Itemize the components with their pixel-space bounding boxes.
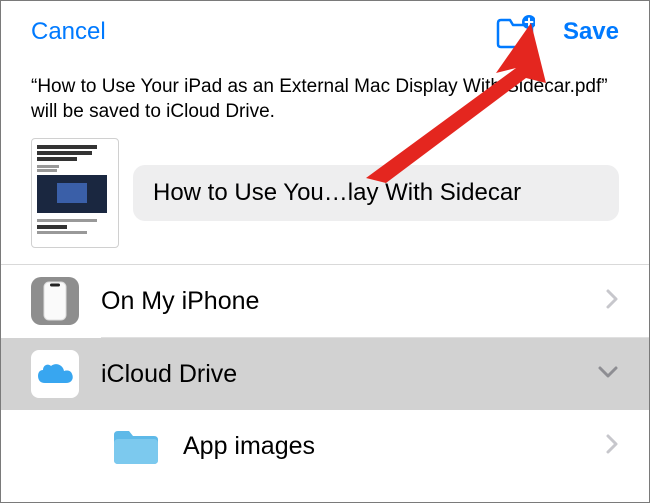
location-label: iCloud Drive xyxy=(101,360,575,389)
location-icloud-drive[interactable]: iCloud Drive xyxy=(1,338,649,410)
folder-icon xyxy=(111,426,161,466)
chevron-right-icon xyxy=(605,433,619,460)
location-label: On My iPhone xyxy=(101,287,583,316)
filename-field[interactable]: How to Use You…lay With Sidecar xyxy=(133,165,619,221)
chevron-right-icon xyxy=(605,288,619,315)
icloud-icon xyxy=(31,350,79,398)
new-folder-icon[interactable] xyxy=(495,14,535,50)
save-prompt-text: “How to Use Your iPad as an External Mac… xyxy=(1,59,649,132)
file-preview-row: How to Use You…lay With Sidecar xyxy=(1,132,649,264)
iphone-icon xyxy=(31,277,79,325)
sheet-header: Cancel Save xyxy=(1,1,649,59)
header-actions: Save xyxy=(495,14,619,50)
cancel-button[interactable]: Cancel xyxy=(31,18,106,46)
folder-app-images[interactable]: App images xyxy=(1,410,649,482)
folder-label: App images xyxy=(183,432,583,461)
chevron-down-icon xyxy=(597,365,619,384)
location-on-my-iphone[interactable]: On My iPhone xyxy=(1,265,649,337)
file-thumbnail xyxy=(31,138,119,248)
save-button[interactable]: Save xyxy=(563,18,619,46)
